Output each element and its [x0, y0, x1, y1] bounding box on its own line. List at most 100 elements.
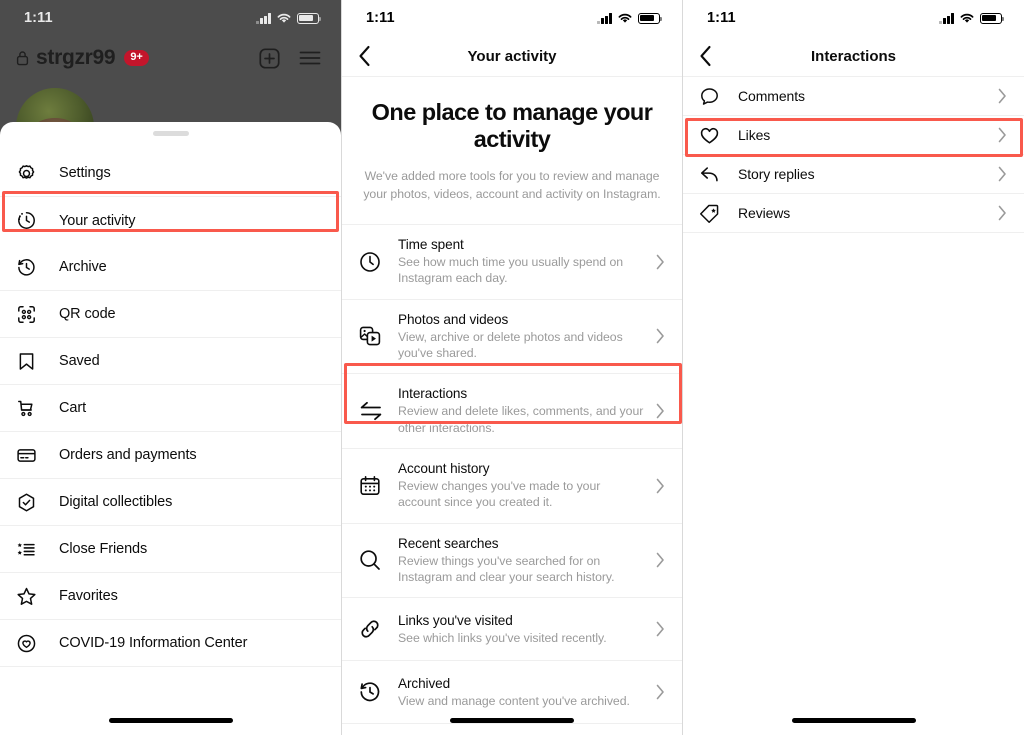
menu-item-orders-and-payments[interactable]: Orders and payments [0, 432, 341, 479]
home-indicator [791, 718, 916, 723]
menu-item-label: Settings [59, 165, 111, 181]
row-text: Links you've visited See which links you… [398, 613, 652, 646]
home-indicator [108, 718, 233, 723]
row-recent-searches[interactable]: Recent searches Review things you've sea… [342, 524, 682, 599]
row-title: Recent searches [398, 535, 499, 551]
menu-item-qr-code[interactable]: QR code [0, 291, 341, 338]
credit-card-icon [16, 445, 50, 466]
menu-item-cart[interactable]: Cart [0, 385, 341, 432]
menu-item-label: Cart [59, 400, 86, 416]
chevron-right-icon [652, 403, 668, 419]
menu-item-settings[interactable]: Settings [0, 150, 341, 197]
profile-menu-list: Settings Your activity Archive QR code S… [0, 150, 341, 667]
calendar-icon [358, 474, 398, 498]
row-archived[interactable]: Archived View and manage content you've … [342, 661, 682, 725]
row-comments[interactable]: Comments [683, 77, 1024, 116]
battery-icon [980, 12, 1005, 24]
status-icons [597, 12, 663, 24]
row-description: See how much time you usually spend on I… [398, 254, 624, 286]
status-time: 1:11 [707, 10, 736, 26]
menu-item-archive[interactable]: Archive [0, 244, 341, 291]
wifi-icon [617, 12, 633, 24]
activity-options-list: Time spent See how much time you usually… [342, 225, 682, 725]
heart-icon [699, 125, 733, 146]
wifi-icon [276, 12, 292, 24]
row-interactions[interactable]: Interactions Review and delete likes, co… [342, 374, 682, 449]
row-reviews[interactable]: Reviews [683, 194, 1024, 233]
archive-clock-icon [358, 680, 398, 704]
chevron-left-icon[interactable] [358, 45, 371, 67]
chevron-right-icon [994, 127, 1010, 143]
gear-icon [16, 163, 50, 184]
page-title: Interactions [810, 47, 897, 65]
menu-item-close-friends[interactable]: Close Friends [0, 526, 341, 573]
menu-item-digital-collectibles[interactable]: Digital collectibles [0, 479, 341, 526]
profile-username[interactable]: strgzr99 [36, 46, 116, 70]
row-description: Review and delete likes, comments, and y… [398, 404, 644, 435]
row-text: Account history Review changes you've ma… [398, 461, 652, 511]
search-icon [358, 548, 398, 572]
sheet-grabber-handle[interactable] [152, 131, 189, 136]
cellular-signal-icon [597, 13, 612, 24]
chevron-right-icon [652, 552, 668, 568]
row-description: View, archive or delete photos and video… [398, 329, 623, 360]
comment-bubble-icon [699, 86, 733, 107]
row-text: Interactions Review and delete likes, co… [398, 386, 652, 436]
row-title: Photos and videos [398, 311, 509, 327]
row-description: Review things you've searched for on Ins… [398, 553, 615, 584]
menu-item-covid-information-center[interactable]: COVID-19 Information Center [0, 620, 341, 667]
menu-item-label: Favorites [59, 588, 118, 604]
row-title: Interactions [398, 386, 468, 402]
menu-item-saved[interactable]: Saved [0, 338, 341, 385]
row-label: Story replies [738, 166, 815, 182]
hamburger-menu-icon[interactable] [299, 50, 321, 66]
chevron-right-icon [994, 88, 1010, 104]
profile-actions [259, 47, 321, 69]
tag-star-icon [699, 203, 733, 224]
battery-icon [638, 12, 663, 24]
panel-your-activity: 1:11 Your activity One place to manage y… [341, 0, 683, 735]
menu-item-label: Saved [59, 353, 100, 369]
menu-item-label: Orders and payments [59, 447, 197, 463]
row-links-youve-visited[interactable]: Links you've visited See which links you… [342, 598, 682, 662]
interactions-list: Comments Likes Story replies Reviews [683, 77, 1024, 233]
reply-arrow-icon [699, 164, 733, 185]
row-description: View and manage content you've archived. [398, 693, 630, 708]
battery-icon [297, 12, 322, 24]
chevron-left-icon[interactable] [699, 45, 712, 67]
photos-videos-icon [358, 324, 398, 348]
add-post-icon[interactable] [259, 47, 280, 69]
status-time: 1:11 [366, 10, 395, 26]
row-description: See which links you've visited recently. [398, 630, 607, 645]
covid-info-icon [16, 633, 50, 654]
menu-item-label: Digital collectibles [59, 494, 173, 510]
interactions-arrows-icon [358, 399, 398, 423]
chevron-right-icon [652, 684, 668, 700]
row-label: Reviews [738, 205, 791, 221]
star-icon [16, 586, 50, 607]
row-time-spent[interactable]: Time spent See how much time you usually… [342, 225, 682, 300]
notification-badge[interactable]: 9+ [124, 50, 149, 66]
menu-item-your-activity[interactable]: Your activity [0, 197, 341, 244]
menu-item-label: COVID-19 Information Center [59, 635, 248, 651]
chevron-right-icon [994, 166, 1010, 182]
hero-section: One place to manage your activity We've … [342, 77, 682, 225]
row-likes[interactable]: Likes [683, 116, 1024, 155]
cellular-signal-icon [256, 13, 271, 24]
hero-title: One place to manage your activity [371, 99, 653, 153]
lock-icon [16, 50, 29, 66]
row-account-history[interactable]: Account history Review changes you've ma… [342, 449, 682, 524]
menu-item-favorites[interactable]: Favorites [0, 573, 341, 620]
hexagon-check-icon [16, 492, 50, 513]
row-title: Time spent [398, 236, 464, 252]
row-photos-and-videos[interactable]: Photos and videos View, archive or delet… [342, 300, 682, 375]
menu-item-label: QR code [59, 306, 116, 322]
row-title: Archived [398, 675, 451, 691]
menu-bottom-sheet: Settings Your activity Archive QR code S… [0, 122, 341, 735]
cellular-signal-icon [939, 13, 954, 24]
row-story-replies[interactable]: Story replies [683, 155, 1024, 194]
status-icons [256, 12, 322, 24]
nav-bar: Interactions [683, 36, 1024, 77]
menu-item-label: Your activity [59, 212, 136, 229]
chevron-right-icon [652, 621, 668, 637]
